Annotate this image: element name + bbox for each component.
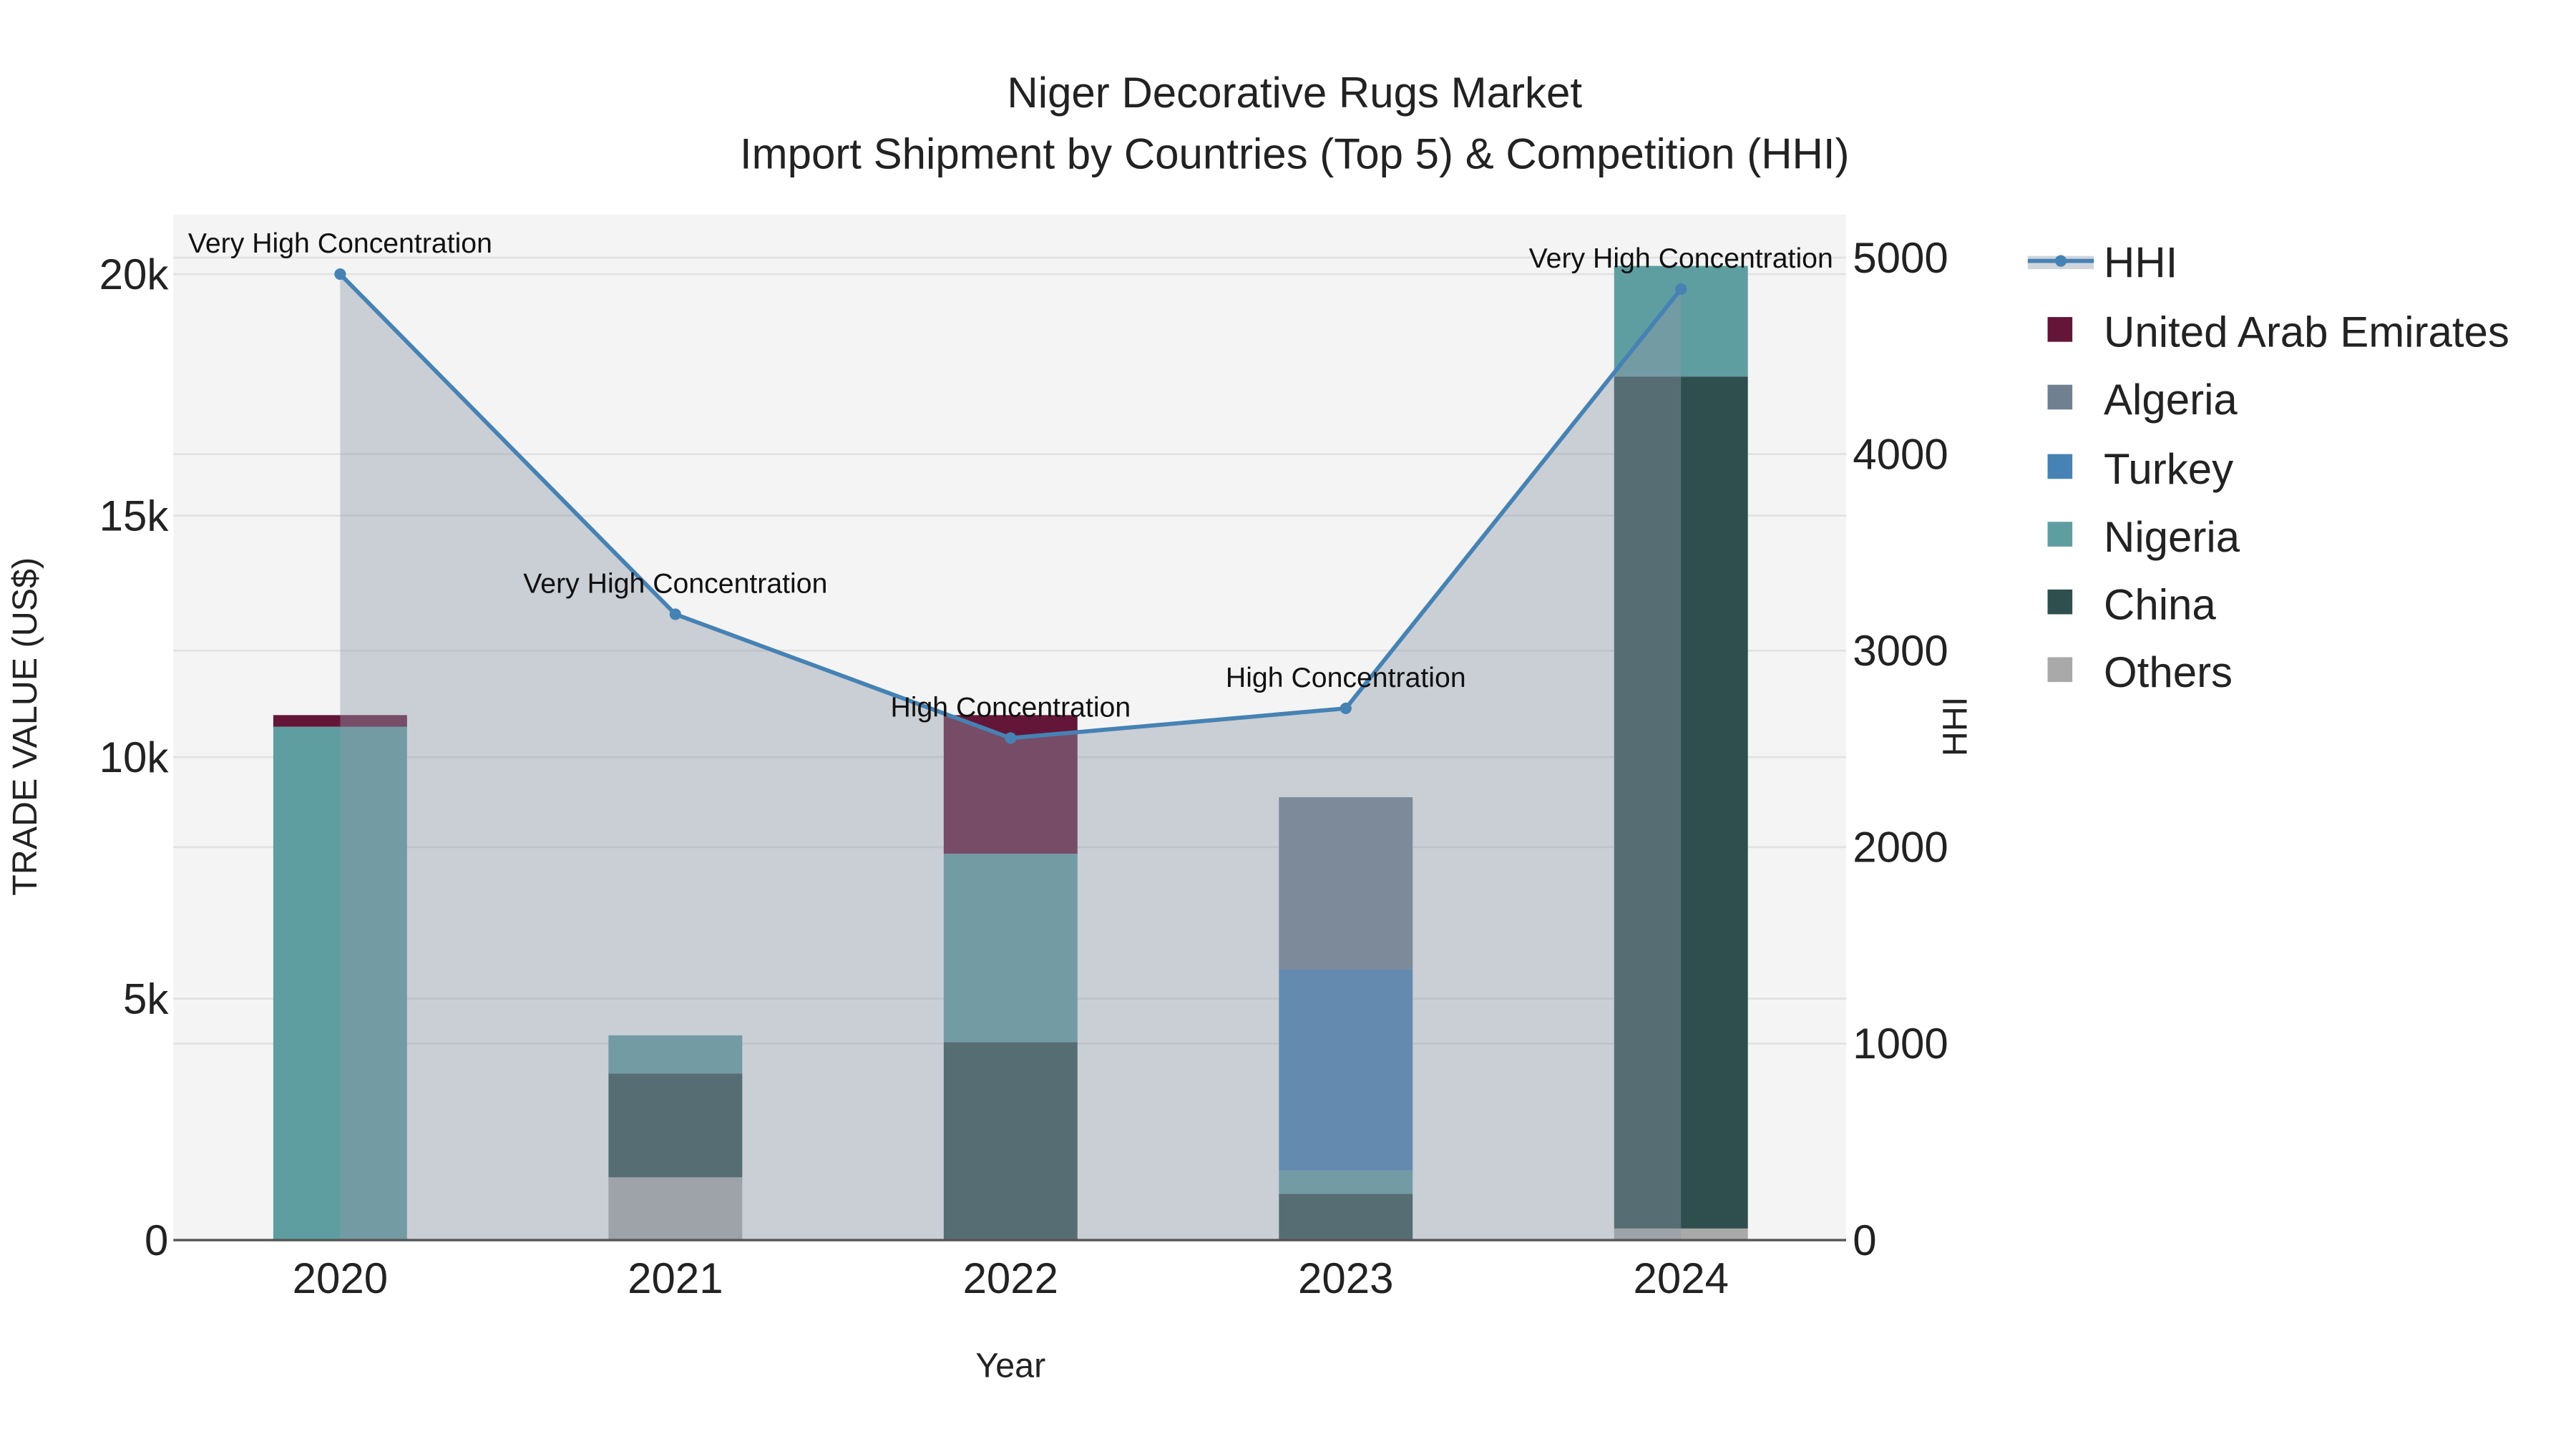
legend-swatch-united-arab-emirates [2047,317,2073,342]
y2-tick-label: 1000 [1853,1020,1948,1068]
hhi-point-2020 [334,268,346,280]
hhi-annotation: High Concentration [890,691,1131,723]
x-tick-label: 2024 [1633,1254,1728,1302]
legend-label-others: Others [2104,648,2233,696]
y2-tick-label: 2000 [1853,824,1948,872]
legend-label-nigeria: Nigeria [2104,513,2240,561]
legend-label-algeria: Algeria [2104,376,2238,424]
legend-swatch-turkey [2047,454,2073,479]
y2-tick-label: 3000 [1853,627,1948,675]
hhi-point-2023 [1340,702,1352,715]
x-tick-label: 2023 [1298,1254,1393,1302]
hhi-annotation: Very High Concentration [523,567,827,599]
y-tick-label: 0 [145,1216,168,1264]
hhi-annotation: Very High Concentration [188,228,492,259]
legend-label-turkey: Turkey [2104,445,2233,493]
legend-label-united-arab-emirates: United Arab Emirates [2104,308,2509,356]
y2-tick-label: 0 [1853,1216,1876,1264]
chart: Very High Concentration Very High Concent… [0,0,2576,1449]
y-tick-label: 15k [99,492,170,540]
x-tick-label: 2020 [293,1254,388,1302]
y2-tick-label: 4000 [1853,430,1948,478]
legend-hhi-marker [2054,255,2067,267]
chart-title: Niger Decorative Rugs Market [1007,69,1582,117]
legend-swatch-algeria [2047,384,2073,410]
x-tick-label: 2022 [963,1254,1058,1302]
hhi-point-2024 [1675,283,1687,296]
hhi-point-2022 [1005,732,1017,744]
y2-tick-label: 5000 [1853,234,1948,282]
x-axis-label: Year [975,1347,1045,1385]
hhi-annotation: Very High Concentration [1529,243,1833,274]
y2-axis-label: HHI [1936,697,1974,756]
legend-swatch-others [2047,657,2073,683]
hhi-point-2021 [669,608,681,620]
legend-label-china: China [2104,580,2216,628]
legend-swatch-nigeria [2047,522,2073,547]
legend-label-hhi: HHI [2104,239,2177,287]
y-tick-label: 5k [123,975,169,1023]
y-tick-label: 10k [99,733,170,781]
y-tick-label: 20k [99,250,170,298]
y-axis-label: TRADE VALUE (US$) [6,557,44,896]
x-tick-label: 2021 [628,1254,723,1302]
hhi-annotation: High Concentration [1226,662,1466,693]
chart-subtitle: Import Shipment by Countries (Top 5) & C… [740,130,1850,177]
legend-swatch-china [2047,589,2073,615]
